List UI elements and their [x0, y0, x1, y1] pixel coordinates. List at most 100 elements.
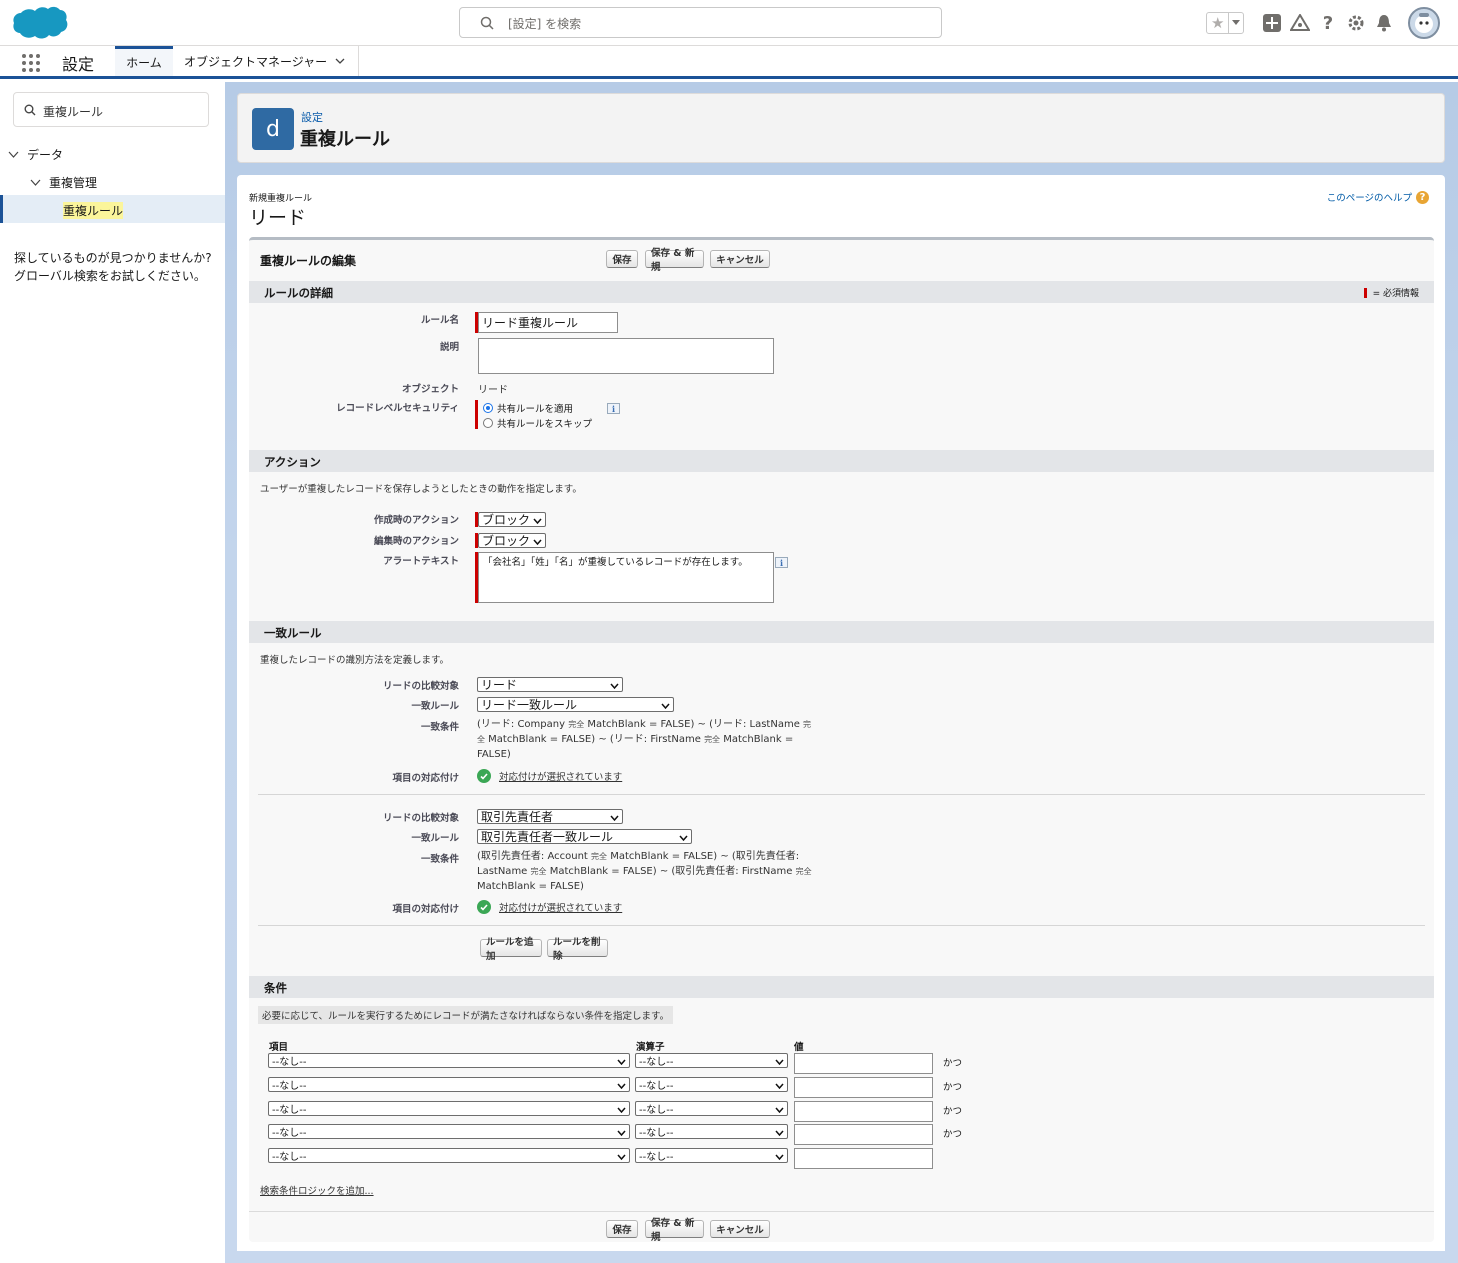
app-launcher-icon[interactable]	[22, 54, 40, 72]
condition-operator-select[interactable]: --なし--	[635, 1148, 788, 1163]
radio-enforce-sharing[interactable]: 共有ルールを適用	[483, 401, 573, 415]
condition-operator-select[interactable]: --なし--	[635, 1124, 788, 1139]
record-security-label: レコードレベルセキュリティ	[336, 403, 459, 414]
quick-find-input[interactable]: 重複ルール	[13, 92, 209, 127]
condition-value-input[interactable]	[794, 1077, 933, 1098]
compare-with-value: リード	[481, 678, 518, 692]
cancel-button[interactable]: キャンセル	[710, 250, 770, 268]
compare-with-select[interactable]: 取引先責任者	[477, 809, 623, 824]
action-on-edit-select[interactable]: ブロック	[478, 533, 546, 548]
tree-item-duplicate-management[interactable]: 重複管理	[30, 174, 97, 191]
field-mapping-link[interactable]: 対応付けが選択されています	[499, 769, 622, 783]
save-and-new-button[interactable]: 保存 & 新規	[645, 248, 704, 273]
chevron-down-icon[interactable]	[334, 55, 346, 67]
action-on-create-select[interactable]: ブロック	[478, 512, 546, 527]
required-marker-icon	[475, 400, 478, 429]
section-actions: アクション	[249, 450, 1434, 472]
section-conditions-title: 条件	[264, 981, 287, 995]
notifications-button[interactable]	[1374, 13, 1394, 33]
search-icon	[24, 104, 36, 116]
field-mapping-label: 項目の対応付け	[392, 904, 459, 915]
add-filter-logic-link[interactable]: 検索条件ロジックを追加...	[260, 1183, 374, 1197]
tab-object-manager-label: オブジェクトマネージャー	[184, 54, 328, 69]
section-matching-rules: 一致ルール	[249, 621, 1434, 643]
not-found-line2: グローバル検索をお試しください。	[14, 269, 206, 283]
setup-button[interactable]	[1346, 13, 1366, 33]
condition-field-select[interactable]: --なし--	[268, 1053, 630, 1068]
action-on-create-label: 作成時のアクション	[373, 515, 459, 526]
and-label: かつ	[943, 1106, 963, 1117]
condition-value-input[interactable]	[794, 1124, 933, 1145]
info-icon[interactable]: i	[775, 557, 788, 568]
help-button[interactable]: ?	[1318, 13, 1338, 34]
remove-rule-button[interactable]: ルールを削除	[547, 937, 608, 962]
radio-bypass-sharing-label: 共有ルールをスキップ	[497, 419, 593, 430]
condition-field-select[interactable]: --なし--	[268, 1101, 630, 1116]
condition-operator-select[interactable]: --なし--	[635, 1101, 788, 1116]
save-and-new-button[interactable]: 保存 & 新規	[645, 1218, 704, 1243]
description-textarea[interactable]	[478, 338, 774, 374]
condition-operator-select[interactable]: --なし--	[635, 1077, 788, 1092]
app-navigation: 設定 ホーム オブジェクトマネージャー	[0, 46, 1458, 79]
edit-page-block: 重複ルールの編集 保存 保存 & 新規 キャンセル ルールの詳細 = 必須情報 …	[249, 237, 1434, 1243]
section-matching-rules-title: 一致ルール	[264, 626, 322, 640]
tab-home[interactable]: ホーム	[115, 46, 173, 76]
page-title: 重複ルール	[300, 129, 390, 150]
and-label: かつ	[943, 1129, 963, 1140]
favorites-button[interactable]: ★	[1206, 12, 1244, 34]
favorites-dropdown[interactable]	[1228, 13, 1243, 33]
rule-name-input[interactable]: リード重複ルール	[478, 312, 618, 333]
info-icon[interactable]: i	[607, 403, 620, 414]
column-header-field: 項目	[269, 1042, 289, 1053]
column-header-value: 値	[794, 1042, 804, 1053]
setup-sidebar: 重複ルール データ 重複管理 重複ルール 探しているものが見つかりませんか? グ…	[0, 82, 225, 1263]
condition-value-input[interactable]	[794, 1053, 933, 1074]
condition-field-select[interactable]: --なし--	[268, 1077, 630, 1092]
matching-rule-select[interactable]: 取引先責任者一致ルール	[477, 829, 692, 844]
chevron-down-icon	[617, 1083, 626, 1090]
quick-find-value: 重複ルール	[43, 105, 104, 119]
conditions-description: 必要に応じて、ルールを実行するためにレコードが満たさなければならない条件を指定し…	[258, 1006, 674, 1024]
tree-item-data[interactable]: データ	[8, 146, 63, 163]
astro-avatar-icon	[1415, 13, 1433, 33]
matching-rule-label: 一致ルール	[411, 701, 459, 712]
compare-with-value: 取引先責任者	[481, 810, 554, 824]
save-button[interactable]: 保存	[606, 1220, 638, 1238]
match-criteria-text: (リード: Company 完全 MatchBlank = FALSE) ~ (…	[477, 719, 812, 760]
checkmark-icon	[477, 900, 491, 914]
caret-down-icon	[1232, 20, 1241, 25]
condition-value-input[interactable]	[794, 1148, 933, 1169]
condition-field-select[interactable]: --なし--	[268, 1124, 630, 1139]
salesforce-logo[interactable]	[12, 5, 68, 41]
trailhead-button[interactable]	[1290, 13, 1310, 33]
search-icon	[480, 16, 494, 30]
checkmark-icon	[477, 769, 491, 783]
chevron-down-icon	[30, 179, 41, 186]
help-for-this-page-link[interactable]: このページのヘルプ ?	[1327, 190, 1429, 204]
condition-value-input[interactable]	[794, 1101, 933, 1122]
breadcrumb[interactable]: 設定	[301, 109, 323, 125]
matching-rule-select[interactable]: リード一致ルール	[477, 697, 674, 712]
radio-bypass-sharing[interactable]: 共有ルールをスキップ	[483, 416, 592, 430]
alert-text-textarea[interactable]: 「会社名」「姓」「名」が重複しているレコードが存在します。	[478, 552, 774, 603]
condition-field-select[interactable]: --なし--	[268, 1148, 630, 1163]
column-header-operator: 演算子	[636, 1042, 665, 1053]
add-rule-button[interactable]: ルールを追加	[480, 937, 542, 962]
chevron-down-icon	[775, 1083, 784, 1090]
match-criteria-label: 一致条件	[420, 854, 459, 865]
field-mapping-link[interactable]: 対応付けが選択されています	[499, 900, 622, 914]
cancel-button[interactable]: キャンセル	[710, 1220, 770, 1238]
section-rule-details: ルールの詳細 = 必須情報	[249, 281, 1434, 303]
chevron-down-icon	[617, 1107, 626, 1114]
and-label: かつ	[943, 1058, 963, 1069]
global-search-input[interactable]: [設定] を検索	[459, 7, 942, 38]
required-marker-icon	[1363, 287, 1367, 298]
save-button[interactable]: 保存	[606, 250, 638, 268]
matching-rule-value: リード一致ルール	[481, 698, 578, 712]
tree-item-duplicate-rules[interactable]: 重複ルール	[0, 195, 225, 223]
compare-with-select[interactable]: リード	[477, 677, 623, 692]
user-avatar[interactable]	[1408, 7, 1440, 39]
tab-object-manager[interactable]: オブジェクトマネージャー	[173, 46, 359, 76]
global-actions-button[interactable]	[1262, 13, 1282, 33]
condition-operator-select[interactable]: --なし--	[635, 1053, 788, 1068]
